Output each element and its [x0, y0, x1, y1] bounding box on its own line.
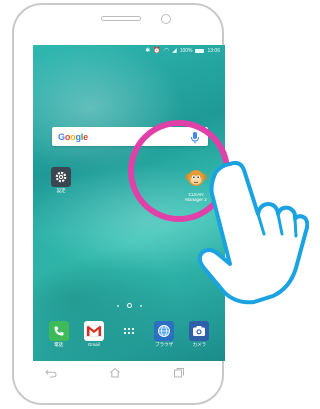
dock-app-camera[interactable]: カメラ [184, 321, 214, 348]
page-dot-home [126, 303, 132, 308]
battery-percent: 100% [179, 47, 193, 54]
navigation-bar [19, 367, 211, 381]
bluetooth-icon: ✱ [145, 48, 151, 54]
dock-app-gmail[interactable]: Gmail [79, 321, 109, 348]
dock-app-phone[interactable]: 電話 [44, 321, 74, 348]
dock-label-phone: 電話 [54, 342, 64, 347]
phone-icon [48, 321, 69, 341]
signal-icon: ◢ [172, 48, 177, 54]
dock-label-gmail: Gmail [87, 342, 100, 347]
dock-app-browser[interactable]: ブラウザ [149, 321, 179, 348]
globe-icon [154, 321, 175, 341]
dock-label-browser: ブラウザ [155, 342, 174, 347]
home-icon[interactable] [109, 365, 121, 383]
dock-app-drawer[interactable] [114, 321, 144, 343]
status-bar: ✱ ⏰ ◠ ◢ 100% 13:06 [33, 45, 225, 57]
battery-icon [195, 49, 205, 53]
app-dock: 電話 Gmail ブラウザ カメラ [33, 321, 225, 361]
page-dot [116, 304, 119, 307]
camera-icon [189, 321, 210, 341]
clock: 13:06 [207, 47, 220, 54]
page-dot [139, 304, 142, 307]
speaker-grille [101, 16, 141, 21]
wifi-icon: ◠ [163, 48, 170, 54]
app-label-settings: 設定 [56, 188, 66, 193]
alarm-icon: ⏰ [153, 48, 161, 54]
pointing-hand-illustration [197, 160, 309, 305]
back-icon[interactable] [45, 365, 57, 383]
app-drawer-icon [119, 321, 139, 341]
dock-label-camera: カメラ [192, 342, 207, 347]
front-camera [161, 14, 171, 24]
google-logo: Google [58, 131, 88, 142]
gmail-icon [83, 321, 104, 341]
gear-icon [51, 167, 71, 187]
app-settings[interactable]: 設定 [51, 167, 71, 194]
recents-icon[interactable] [173, 365, 185, 383]
